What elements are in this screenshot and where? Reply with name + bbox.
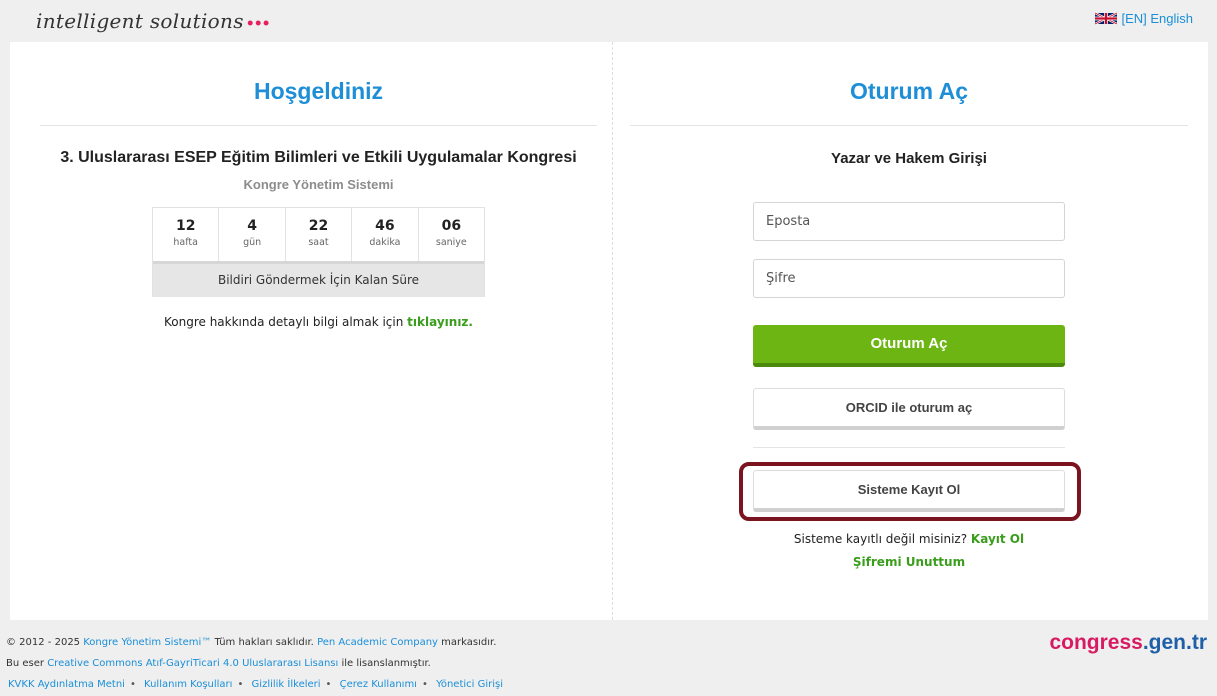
brand-text: intelligent solutions [36, 9, 244, 33]
register-button[interactable]: Sisteme Kayıt Ol [753, 470, 1065, 512]
brand-logo: intelligent solutions ••• [36, 9, 271, 33]
countdown-unit: saniye [435, 237, 467, 248]
top-bar: intelligent solutions ••• [EN] English [0, 0, 1217, 40]
countdown-value: 22 [308, 218, 329, 234]
license-suffix-text: ile lisanslanmıştır. [341, 658, 431, 669]
countdown-label: Bildiri Göndermek İçin Kalan Süre [153, 261, 484, 297]
congress-info-line: Kongre hakkında detaylı bilgi almak için… [40, 315, 597, 329]
login-title: Oturum Aç [850, 78, 968, 104]
countdown-value: 12 [175, 218, 196, 234]
countdown-minutes: 46 dakika [352, 208, 419, 261]
language-label[interactable]: [EN] English [1121, 11, 1193, 26]
countdown-value: 06 [441, 218, 462, 234]
welcome-title: Hoşgeldiniz [253, 78, 384, 104]
logo-part-congress: congress [1049, 631, 1143, 654]
countdown-value: 46 [375, 218, 395, 234]
main-card: Hoşgeldiniz 3. Uluslararası ESEP Eğitim … [10, 42, 1208, 620]
congress-name: 3. Uluslararası ESEP Eğitim Bilimleri ve… [60, 149, 577, 166]
welcome-divider [40, 125, 597, 126]
congress-info-text: Kongre hakkında detaylı bilgi almak için [164, 315, 404, 329]
footer: © 2012 - 2025 Kongre Yönetim Sistemi™ Tü… [6, 632, 505, 695]
logo-part-domain: .gen.tr [1142, 631, 1207, 654]
countdown-value: 4 [247, 218, 257, 234]
password-input[interactable] [753, 259, 1065, 298]
congress-logo[interactable]: congress.gen.tr [1049, 631, 1207, 655]
countdown-unit: hafta [173, 237, 198, 248]
countdown-unit: saat [308, 237, 329, 248]
brand-suffix-text: markasıdır. [441, 637, 497, 648]
countdown-days: 4 gün [219, 208, 286, 261]
company-link[interactable]: Pen Academic Company [317, 637, 438, 648]
privacy-link[interactable]: Gizlilik İlkeleri [252, 679, 321, 690]
admin-login-link[interactable]: Yönetici Girişi [436, 679, 503, 690]
license-link[interactable]: Creative Commons Atıf-GayriTicari 4.0 Ul… [47, 658, 338, 669]
email-input[interactable] [753, 202, 1065, 241]
login-divider [630, 125, 1188, 126]
countdown-weeks: 12 hafta [153, 208, 220, 261]
register-prompt: Sisteme kayıtlı değil misiniz? Kayıt Ol [630, 532, 1188, 546]
product-link[interactable]: Kongre Yönetim Sistemi™ [83, 637, 211, 648]
uk-flag-icon [1095, 12, 1118, 25]
terms-link[interactable]: Kullanım Koşulları [144, 679, 232, 690]
countdown-seconds: 06 saniye [419, 208, 484, 261]
system-name: Kongre Yönetim Sistemi [243, 177, 394, 192]
countdown-unit: dakika [369, 237, 401, 248]
login-options-divider [753, 447, 1065, 448]
congress-info-link[interactable]: tıklayınız. [407, 315, 473, 329]
footer-copyright-line: © 2012 - 2025 Kongre Yönetim Sistemi™ Tü… [6, 632, 505, 653]
footer-license-line: Bu eser Creative Commons Atıf-GayriTicar… [6, 653, 505, 674]
login-button[interactable]: Oturum Aç [753, 325, 1065, 367]
countdown-unit: gün [243, 237, 262, 248]
panel-divider [612, 42, 613, 620]
footer-links: KVKK Aydınlatma Metni • Kullanım Koşullar… [8, 679, 504, 690]
countdown-timer: 12 hafta 4 gün 22 saat 46 dakika 06 sani… [152, 207, 485, 297]
kvkk-link[interactable]: KVKK Aydınlatma Metni [8, 679, 125, 690]
brand-dots: ••• [245, 16, 271, 32]
cookies-link[interactable]: Çerez Kullanımı [340, 679, 417, 690]
rights-text: Tüm hakları saklıdır. [214, 637, 314, 648]
language-switch[interactable]: [EN] English [1095, 11, 1193, 26]
license-prefix-text: Bu eser [6, 658, 45, 669]
orcid-login-button[interactable]: ORCID ile oturum aç [753, 388, 1065, 430]
register-prompt-text: Sisteme kayıtlı değil misiniz? [793, 532, 968, 546]
copyright-text: © 2012 - 2025 [6, 637, 81, 648]
register-link[interactable]: Kayıt Ol [971, 532, 1024, 546]
login-subtitle: Yazar ve Hakem Girişi [831, 150, 987, 167]
countdown-hours: 22 saat [286, 208, 353, 261]
forgot-password-link[interactable]: Şifremi Unuttum [630, 555, 1188, 569]
